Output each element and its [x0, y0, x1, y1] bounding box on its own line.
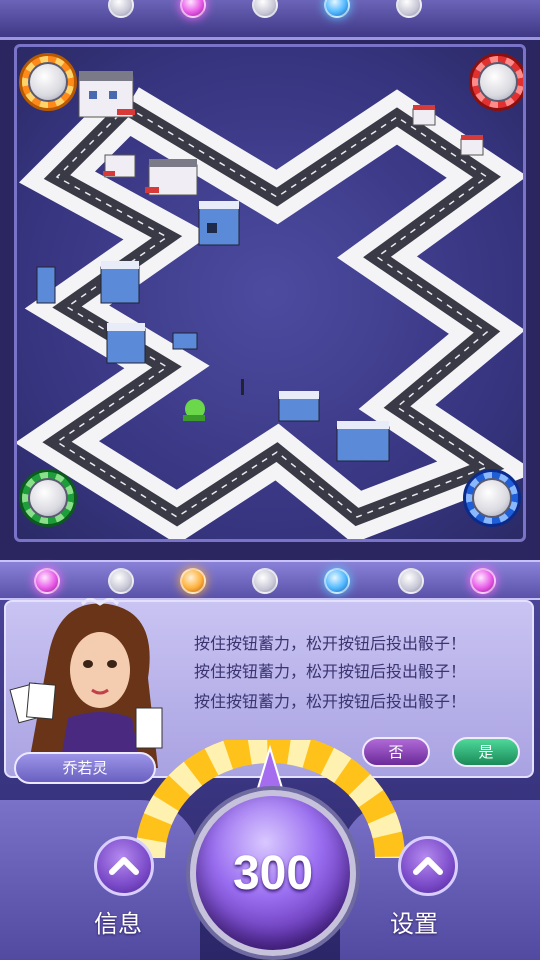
building	[36, 266, 56, 304]
light-bulb	[252, 0, 278, 18]
yes-button[interactable]: 是	[452, 737, 520, 767]
light-bulb	[398, 568, 424, 594]
blue-player-token[interactable]	[463, 469, 521, 527]
red-player-token[interactable]	[469, 53, 523, 111]
game-board	[14, 44, 526, 542]
board-path	[17, 71, 523, 539]
building	[172, 332, 198, 350]
building	[460, 135, 484, 156]
info-label: 信息	[94, 910, 142, 938]
building	[100, 261, 140, 304]
green-player-token[interactable]	[19, 469, 77, 527]
middle-light-strip	[0, 560, 540, 600]
light-bulb	[324, 568, 350, 594]
hint-text-line: 按住按钮蓄力，松开按钮后投出骰子！	[194, 692, 467, 711]
hint-text-line: 按住按钮蓄力，松开按钮后投出骰子！	[194, 634, 467, 653]
light-bulb	[324, 0, 350, 18]
building	[103, 154, 136, 178]
light-bulb	[180, 568, 206, 594]
building	[145, 159, 198, 196]
settings-label: 设置	[390, 910, 438, 938]
settings-button[interactable]	[398, 836, 458, 896]
orange-player-token[interactable]	[19, 53, 77, 111]
dice-power-value: 300	[232, 846, 314, 900]
building	[78, 71, 135, 118]
building	[412, 105, 436, 126]
roll-dice-button[interactable]: 300	[190, 790, 356, 956]
light-bulb	[180, 0, 206, 18]
building	[336, 421, 390, 462]
hint-text-line: 按住按钮蓄力，松开按钮后投出骰子！	[194, 662, 467, 681]
building	[278, 391, 320, 422]
info-button[interactable]	[94, 836, 154, 896]
light-bulb	[108, 568, 134, 594]
building	[106, 323, 146, 364]
chevron-up-icon	[109, 857, 139, 875]
top-light-strip	[0, 0, 540, 40]
building	[198, 201, 240, 246]
light-bulb	[108, 0, 134, 18]
light-bulb	[470, 568, 496, 594]
light-bulb	[252, 568, 278, 594]
light-bulb	[34, 568, 60, 594]
light-bulb	[396, 0, 422, 18]
pole	[241, 379, 244, 395]
tree	[183, 399, 205, 421]
chevron-up-icon	[413, 857, 443, 875]
